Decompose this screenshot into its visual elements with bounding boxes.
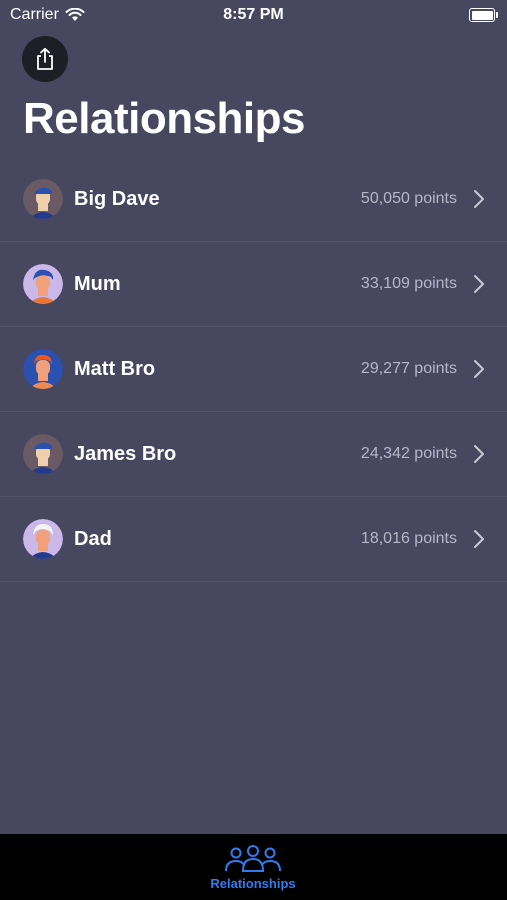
relationship-name: Dad (74, 527, 112, 550)
list-item[interactable]: Mum 33,109 points (0, 242, 507, 327)
list-item[interactable]: James Bro 24,342 points (0, 412, 507, 497)
list-item[interactable]: Big Dave 50,050 points (0, 157, 507, 242)
relationship-points: 29,277 points (360, 360, 457, 377)
list-item[interactable]: Dad 18,016 points (0, 497, 507, 582)
avatar-man-cap-icon (23, 179, 63, 219)
chevron-right-icon (471, 442, 487, 466)
avatar-man-whitehair-icon (23, 519, 63, 559)
status-time: 8:57 PM (223, 6, 284, 23)
relationship-points: 18,016 points (360, 530, 457, 547)
chevron-right-icon (471, 357, 487, 381)
chevron-right-icon (471, 527, 487, 551)
list-item[interactable]: Matt Bro 29,277 points (0, 327, 507, 412)
battery-icon (469, 8, 498, 22)
people-icon (225, 845, 281, 872)
status-bar: Carrier 8:57 PM (0, 0, 507, 30)
share-button[interactable] (22, 36, 68, 82)
share-icon (37, 47, 53, 70)
chevron-right-icon (471, 272, 487, 296)
relationship-points: 24,342 points (360, 445, 457, 462)
relationship-name: Mum (74, 272, 121, 295)
chevron-right-icon (471, 187, 487, 211)
tab-label: Relationships (210, 876, 296, 891)
avatar-woman-icon (23, 264, 63, 304)
relationship-points: 50,050 points (360, 190, 457, 207)
relationships-list: Big Dave 50,050 points Mum 33,109 points (0, 157, 507, 582)
avatar-man-redhair-icon (23, 349, 63, 389)
relationship-name: Matt Bro (74, 357, 156, 380)
avatar-man-cap-icon (23, 434, 63, 474)
tab-relationships[interactable]: Relationships (203, 844, 303, 900)
relationship-points: 33,109 points (360, 275, 457, 292)
relationship-name: Big Dave (74, 187, 160, 210)
relationship-name: James Bro (74, 442, 177, 465)
tab-bar: Relationships (0, 834, 507, 900)
page-title: Relationships (23, 94, 306, 143)
